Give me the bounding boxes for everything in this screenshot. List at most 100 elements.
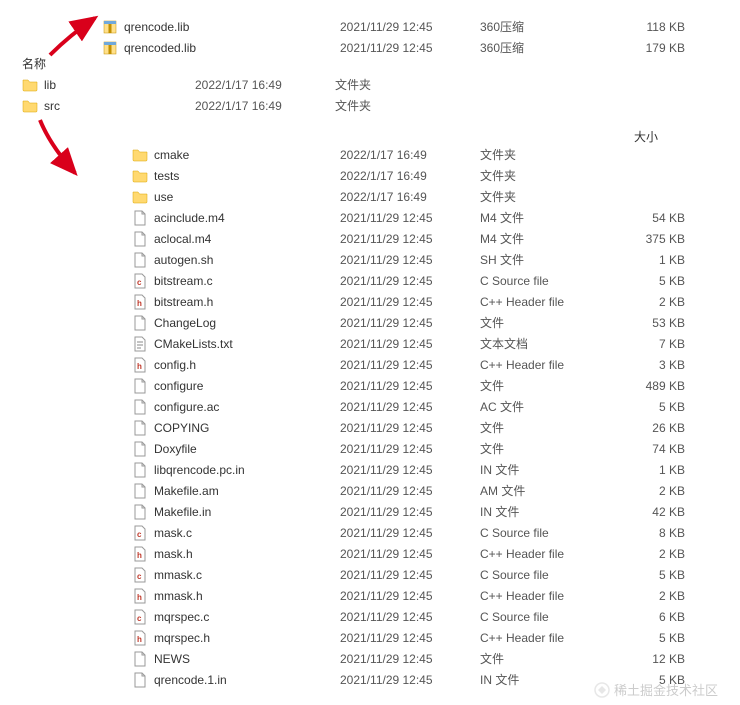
file-date: 2021/11/29 12:45 [340, 379, 480, 393]
file-date: 2021/11/29 12:45 [340, 505, 480, 519]
file-row[interactable]: aclocal.m42021/11/29 12:45M4 文件375 KB [0, 228, 740, 249]
file-name: configure.ac [150, 400, 340, 414]
file-row[interactable]: acinclude.m42021/11/29 12:45M4 文件54 KB [0, 207, 740, 228]
file-name: cmake [150, 148, 340, 162]
file-row[interactable]: c bitstream.c2021/11/29 12:45C Source fi… [0, 270, 740, 291]
file-size: 2 KB [610, 547, 685, 561]
file-name: ChangeLog [150, 316, 340, 330]
folder-icon [130, 168, 150, 184]
file-row[interactable]: CMakeLists.txt2021/11/29 12:45文本文档7 KB [0, 333, 740, 354]
file-row[interactable]: NEWS2021/11/29 12:45文件12 KB [0, 648, 740, 669]
file-name: src [40, 99, 195, 113]
file-row[interactable]: src2022/1/17 16:49文件夹 [0, 95, 740, 116]
file-row[interactable]: ChangeLog2021/11/29 12:45文件53 KB [0, 312, 740, 333]
file-row[interactable]: configure.ac2021/11/29 12:45AC 文件5 KB [0, 396, 740, 417]
file-type: 文件 [480, 650, 610, 667]
file-type: C++ Header file [480, 589, 610, 603]
file-type: 文件 [480, 314, 610, 331]
file-name: Doxyfile [150, 442, 340, 456]
file-row[interactable]: h mmask.h2021/11/29 12:45C++ Header file… [0, 585, 740, 606]
file-icon [130, 441, 150, 457]
file-name: autogen.sh [150, 253, 340, 267]
file-name: configure [150, 379, 340, 393]
file-row[interactable]: configure2021/11/29 12:45文件489 KB [0, 375, 740, 396]
file-row[interactable]: lib2022/1/17 16:49文件夹 [0, 74, 740, 95]
cfile-icon: c [130, 609, 150, 625]
file-type: 文本文档 [480, 335, 610, 352]
file-row[interactable]: qrencode.lib2021/11/29 12:45360压缩118 KB [0, 16, 740, 37]
file-type: IN 文件 [480, 461, 610, 478]
svg-text:c: c [137, 614, 142, 623]
file-date: 2021/11/29 12:45 [340, 547, 480, 561]
file-icon [130, 315, 150, 331]
file-size: 6 KB [610, 610, 685, 624]
file-size: 1 KB [610, 253, 685, 267]
cfile-icon: c [130, 273, 150, 289]
file-row[interactable]: autogen.sh2021/11/29 12:45SH 文件1 KB [0, 249, 740, 270]
file-row[interactable]: h bitstream.h2021/11/29 12:45C++ Header … [0, 291, 740, 312]
file-name: config.h [150, 358, 340, 372]
file-size: 5 KB [610, 631, 685, 645]
file-type: 文件夹 [480, 146, 610, 163]
file-date: 2021/11/29 12:45 [340, 253, 480, 267]
file-row[interactable]: use2022/1/17 16:49文件夹 [0, 186, 740, 207]
file-size: 3 KB [610, 358, 685, 372]
file-row[interactable]: c mqrspec.c2021/11/29 12:45C Source file… [0, 606, 740, 627]
file-row[interactable]: COPYING2021/11/29 12:45文件26 KB [0, 417, 740, 438]
file-name: bitstream.h [150, 295, 340, 309]
file-row[interactable]: h config.h2021/11/29 12:45C++ Header fil… [0, 354, 740, 375]
file-type: 文件夹 [480, 167, 610, 184]
file-type: 文件 [480, 419, 610, 436]
file-row[interactable]: h mask.h2021/11/29 12:45C++ Header file2… [0, 543, 740, 564]
file-type: AC 文件 [480, 398, 610, 415]
column-header-size: 大小 [634, 128, 658, 145]
file-date: 2021/11/29 12:45 [340, 316, 480, 330]
file-date: 2021/11/29 12:45 [340, 421, 480, 435]
hfile-icon: h [130, 588, 150, 604]
file-date: 2021/11/29 12:45 [340, 631, 480, 645]
file-type: 360压缩 [480, 39, 610, 56]
file-date: 2021/11/29 12:45 [340, 41, 480, 55]
file-type: 文件 [480, 377, 610, 394]
file-date: 2021/11/29 12:45 [340, 442, 480, 456]
file-row[interactable]: Makefile.am2021/11/29 12:45AM 文件2 KB [0, 480, 740, 501]
file-date: 2021/11/29 12:45 [340, 589, 480, 603]
file-type: IN 文件 [480, 671, 610, 688]
file-row[interactable]: c mmask.c2021/11/29 12:45C Source file5 … [0, 564, 740, 585]
file-row[interactable]: Doxyfile2021/11/29 12:45文件74 KB [0, 438, 740, 459]
file-row[interactable]: Makefile.in2021/11/29 12:45IN 文件42 KB [0, 501, 740, 522]
file-row[interactable]: libqrencode.pc.in2021/11/29 12:45IN 文件1 … [0, 459, 740, 480]
file-name: Makefile.am [150, 484, 340, 498]
file-row[interactable]: cmake2022/1/17 16:49文件夹 [0, 144, 740, 165]
svg-text:h: h [137, 299, 142, 308]
file-size: 7 KB [610, 337, 685, 351]
file-type: C++ Header file [480, 547, 610, 561]
file-row[interactable]: tests2022/1/17 16:49文件夹 [0, 165, 740, 186]
file-row[interactable]: h mqrspec.h2021/11/29 12:45C++ Header fi… [0, 627, 740, 648]
file-row[interactable]: qrencoded.lib2021/11/29 12:45360压缩179 KB [0, 37, 740, 58]
file-size: 375 KB [610, 232, 685, 246]
file-icon [130, 462, 150, 478]
file-type: SH 文件 [480, 251, 610, 268]
hfile-icon: h [130, 294, 150, 310]
file-row[interactable]: c mask.c2021/11/29 12:45C Source file8 K… [0, 522, 740, 543]
folder-icon [130, 189, 150, 205]
file-type: C++ Header file [480, 631, 610, 645]
file-date: 2021/11/29 12:45 [340, 484, 480, 498]
file-size: 5 KB [610, 400, 685, 414]
watermark: 稀土掘金技术社区 [594, 680, 718, 699]
file-size: 118 KB [610, 20, 685, 34]
file-icon [130, 378, 150, 394]
file-date: 2022/1/17 16:49 [195, 78, 335, 92]
file-name: acinclude.m4 [150, 211, 340, 225]
file-date: 2021/11/29 12:45 [340, 673, 480, 687]
file-size: 2 KB [610, 589, 685, 603]
file-date: 2021/11/29 12:45 [340, 610, 480, 624]
file-size: 179 KB [610, 41, 685, 55]
file-size: 2 KB [610, 484, 685, 498]
file-date: 2022/1/17 16:49 [340, 148, 480, 162]
file-size: 489 KB [610, 379, 685, 393]
column-header-name: 名称 [22, 55, 46, 72]
file-name: mqrspec.h [150, 631, 340, 645]
file-name: qrencoded.lib [120, 41, 340, 55]
